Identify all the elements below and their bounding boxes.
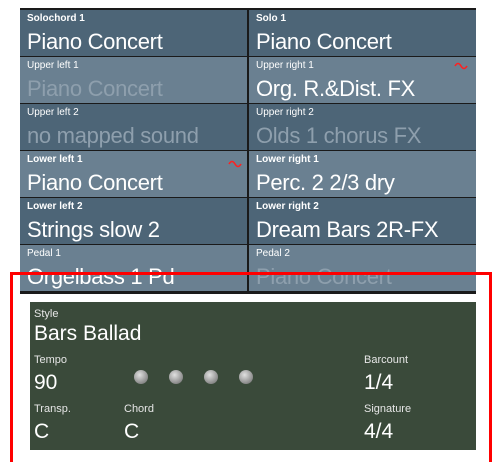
sound-slot-upper-left2[interactable]: Upper left 2 no mapped sound (20, 104, 247, 150)
chord-value: C (124, 420, 140, 443)
barcount-value: 1/4 (364, 371, 394, 394)
slot-sound: Dream Bars 2R-FX (256, 217, 439, 242)
beat-indicator-4 (239, 370, 253, 384)
transp-label: Transp. (34, 403, 71, 415)
slot-label: Upper right 2 (256, 107, 314, 118)
slot-sound: Piano Concert (256, 29, 392, 54)
barcount-label: Barcount (364, 354, 409, 366)
wave-icon (228, 160, 242, 168)
signature-label: Signature (364, 403, 412, 415)
sound-slot-upper-right2[interactable]: Upper right 2 Olds 1 chorus FX (249, 104, 476, 150)
slot-sound: Piano Concert (27, 29, 163, 54)
slot-sound: no mapped sound (27, 123, 199, 148)
slot-label: Lower left 2 (27, 201, 83, 212)
slot-label: Pedal 1 (27, 248, 61, 259)
slot-label: Upper left 1 (27, 60, 79, 71)
style-value[interactable]: Bars Ballad (34, 322, 141, 346)
slot-sound: Piano Concert (27, 76, 163, 101)
chord-label: Chord (124, 403, 154, 415)
slot-sound: Olds 1 chorus FX (256, 123, 422, 148)
signature-value: 4/4 (364, 420, 394, 443)
sound-slot-lower-right2[interactable]: Lower right 2 Dream Bars 2R-FX (249, 198, 476, 244)
slot-sound: Strings slow 2 (27, 217, 160, 242)
wave-icon (454, 62, 468, 70)
slot-sound: Perc. 2 2/3 dry (256, 170, 395, 195)
sound-panel: Solochord 1 Piano Concert Solo 1 Piano C… (20, 8, 476, 294)
slot-label: Lower right 2 (256, 201, 319, 212)
sound-slot-upper-right1[interactable]: Upper right 1 Org. R.&Dist. FX (249, 57, 476, 103)
tempo-value[interactable]: 90 (34, 371, 57, 395)
slot-label: Solochord 1 (27, 13, 85, 24)
slot-sound: Piano Concert (27, 170, 163, 195)
style-panel: Style Bars Ballad Tempo 90 Barcount 1/4 … (30, 302, 476, 450)
slot-label: Lower left 1 (27, 154, 83, 165)
slot-label: Upper right 1 (256, 60, 314, 71)
tempo-label: Tempo (34, 354, 68, 366)
sound-slot-upper-left1[interactable]: Upper left 1 Piano Concert (20, 57, 247, 103)
beat-indicator-1 (134, 370, 148, 384)
beat-indicator-3 (204, 370, 218, 384)
slot-label: Pedal 2 (256, 248, 290, 259)
sound-slot-solochord1[interactable]: Solochord 1 Piano Concert (20, 10, 247, 56)
sound-slot-lower-right1[interactable]: Lower right 1 Perc. 2 2/3 dry (249, 151, 476, 197)
slot-sound: Org. R.&Dist. FX (256, 76, 415, 101)
sound-slot-lower-left1[interactable]: Lower left 1 Piano Concert (20, 151, 247, 197)
slot-label: Solo 1 (256, 13, 287, 24)
slot-label: Upper left 2 (27, 107, 79, 118)
sound-slot-solo1[interactable]: Solo 1 Piano Concert (249, 10, 476, 56)
slot-label: Lower right 1 (256, 154, 319, 165)
transp-value[interactable]: C (34, 420, 49, 444)
beat-indicator-2 (169, 370, 183, 384)
sound-slot-lower-left2[interactable]: Lower left 2 Strings slow 2 (20, 198, 247, 244)
style-label: Style (34, 308, 59, 320)
